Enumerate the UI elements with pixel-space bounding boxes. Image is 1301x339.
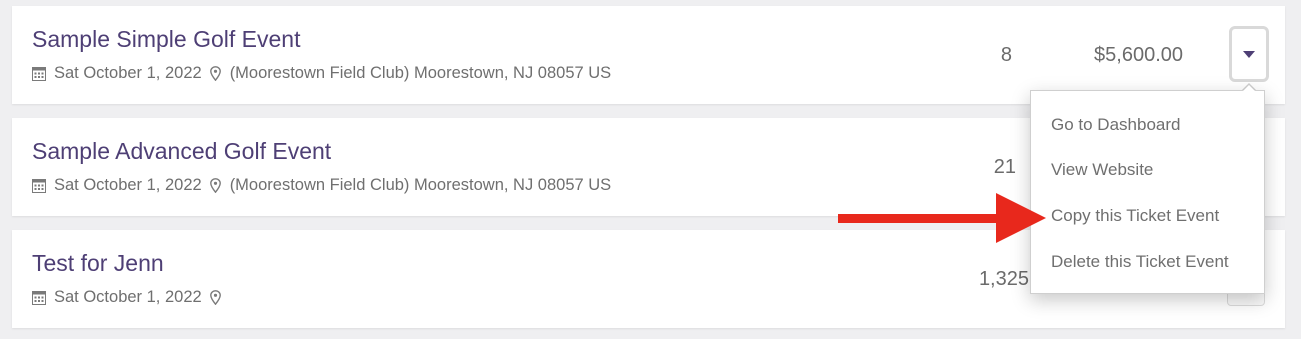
calendar-icon (32, 290, 46, 305)
event-meta: Sat October 1, 2022 (Moorestown Field Cl… (32, 64, 611, 83)
caret-down-icon (1243, 45, 1255, 63)
event-title[interactable]: Sample Simple Golf Event (32, 26, 300, 53)
map-pin-icon (209, 66, 221, 81)
calendar-icon (32, 178, 46, 193)
event-title[interactable]: Sample Advanced Golf Event (32, 138, 331, 165)
menu-item-go-to-dashboard[interactable]: Go to Dashboard (1051, 115, 1180, 135)
menu-item-copy-ticket-event[interactable]: Copy this Ticket Event (1051, 206, 1219, 226)
calendar-icon (32, 66, 46, 81)
event-date: Sat October 1, 2022 (54, 64, 202, 82)
dropdown-caret-inner (1242, 85, 1256, 92)
menu-item-delete-ticket-event[interactable]: Delete this Ticket Event (1051, 252, 1229, 272)
actions-toggle-button[interactable] (1229, 26, 1269, 82)
actions-dropdown-menu: Go to Dashboard View Website Copy this T… (1030, 90, 1265, 294)
event-meta: Sat October 1, 2022 (32, 288, 230, 307)
event-location: (Moorestown Field Club) Moorestown, NJ 0… (229, 64, 612, 82)
event-count: 1,325 (978, 268, 1029, 290)
annotation-arrow-icon (838, 190, 1046, 246)
event-title[interactable]: Test for Jenn (32, 250, 164, 277)
event-count: 8 (1000, 44, 1012, 66)
event-meta: Sat October 1, 2022 (Moorestown Field Cl… (32, 176, 611, 195)
map-pin-icon (209, 178, 221, 193)
event-date: Sat October 1, 2022 (54, 176, 202, 194)
event-date: Sat October 1, 2022 (54, 288, 202, 306)
event-location: (Moorestown Field Club) Moorestown, NJ 0… (229, 176, 612, 194)
map-pin-icon (209, 290, 221, 305)
menu-item-view-website[interactable]: View Website (1051, 160, 1153, 180)
event-count: 21 (993, 156, 1016, 178)
event-amount: $5,600.00 (1094, 44, 1183, 66)
